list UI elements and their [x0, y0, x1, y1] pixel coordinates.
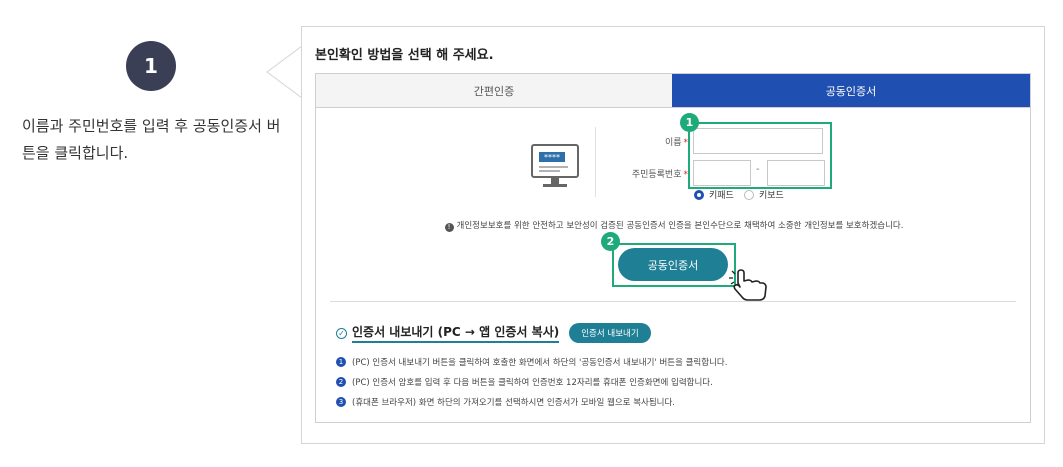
tab-simple-auth[interactable]: 간편인증 — [316, 74, 672, 107]
input-mode-keyboard[interactable]: 키보드 — [744, 188, 784, 201]
list-item: 3 (휴대폰 브라우저) 화면 하단의 가져오기를 선택하시면 인증서가 모바일 … — [336, 392, 727, 412]
name-label: 이름 * — [664, 138, 688, 148]
annotation-badge-2: 2 — [601, 232, 620, 251]
joint-certificate-button[interactable]: 공동인증서 — [618, 248, 728, 281]
input-mode-keypad[interactable]: 키패드 — [694, 188, 734, 201]
list-item: 1 (PC) 인증서 내보내기 버튼을 클릭하여 호출한 화면에서 하단의 '공동… — [336, 352, 727, 372]
annotation-badge-1: 1 — [680, 113, 699, 132]
export-steps-list: 1 (PC) 인증서 내보내기 버튼을 클릭하여 호출한 화면에서 하단의 '공동… — [336, 352, 727, 412]
privacy-notice: ! 개인정보보호를 위한 안전하고 보안성이 검증된 공동인증서 인증을 본인수단… — [316, 219, 1032, 232]
export-certificate-button[interactable]: 인증서 내보내기 — [569, 323, 651, 343]
step-description: 이름과 주민번호를 입력 후 공동인증서 버튼을 클릭합니다. — [22, 117, 281, 162]
panel-divider — [595, 127, 596, 197]
monitor-password-stars: **** — [544, 153, 560, 162]
export-title: 인증서 내보내기 (PC → 앱 인증서 복사) — [352, 323, 560, 343]
certificate-panel: **** 이름 * 주민등록번호 * - 1 키패드 키보드 ! 개인정보보호를 위한… — [315, 107, 1031, 423]
identity-verification-card: 본인확인 방법을 선택 해 주세요. 간편인증 공동인증서 **** 이름 * 주… — [301, 26, 1045, 444]
step-number-badge: 1 — [126, 41, 176, 91]
card-title: 본인확인 방법을 선택 해 주세요. — [315, 48, 494, 63]
pointer-hand-icon — [729, 269, 767, 301]
tab-joint-certificate[interactable]: 공동인증서 — [672, 74, 1030, 107]
export-info-icon: ✓ — [336, 327, 347, 339]
card-pointer-arrow — [266, 46, 302, 98]
export-section-header: ✓ 인증서 내보내기 (PC → 앱 인증서 복사) 인증서 내보내기 — [336, 323, 651, 343]
list-item: 2 (PC) 인증서 암호를 입력 후 다음 버튼을 클릭하여 인증번호 12자리… — [336, 372, 727, 392]
annotation-box-1 — [688, 122, 832, 189]
auth-method-tabs: 간편인증 공동인증서 — [315, 73, 1031, 108]
section-separator — [330, 301, 1016, 302]
radio-keyboard[interactable] — [744, 189, 754, 200]
info-icon: ! — [444, 222, 454, 232]
monitor-icon: **** — [531, 144, 579, 187]
radio-keypad[interactable] — [694, 189, 704, 200]
rrn-label: 주민등록번호 * — [631, 170, 688, 180]
